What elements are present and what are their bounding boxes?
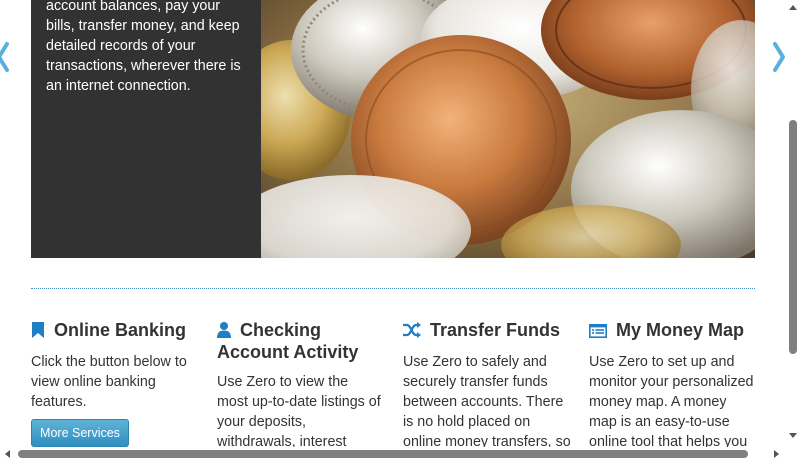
carousel-prev-button[interactable] — [0, 40, 10, 74]
feature-online-banking: Online Banking Click the button below to… — [31, 320, 191, 412]
feature-title-text: Checking Account Activity — [217, 320, 359, 362]
hero-carousel: account balances, pay your bills, transf… — [31, 0, 755, 258]
chevron-left-icon — [0, 42, 9, 72]
feature-description: Use Zero to safely and securely transfer… — [403, 354, 571, 447]
carousel-next-button[interactable] — [772, 40, 786, 74]
section-divider — [31, 288, 755, 289]
feature-title-text: Online Banking — [54, 320, 187, 340]
feature-title: Online Banking — [31, 320, 191, 342]
feature-description: Use Zero to set up and monitor your pers… — [589, 354, 754, 447]
horizontal-scroll-thumb[interactable] — [18, 450, 748, 458]
feature-checking-activity: Checking Account Activity Use Zero to vi… — [217, 320, 387, 447]
scroll-down-arrow-icon[interactable] — [789, 431, 797, 439]
more-services-button[interactable]: More Services — [31, 419, 129, 447]
hero-caption-panel: account balances, pay your bills, transf… — [31, 0, 261, 258]
page-viewport: account balances, pay your bills, transf… — [0, 0, 786, 447]
feature-title: Checking Account Activity — [217, 320, 387, 362]
scroll-right-arrow-icon[interactable] — [772, 450, 780, 458]
chevron-right-icon — [773, 42, 785, 72]
scroll-left-arrow-icon[interactable] — [4, 450, 12, 458]
feature-transfer-funds: Transfer Funds Use Zero to safely and se… — [403, 320, 573, 447]
feature-description: Click the button below to view online ba… — [31, 354, 187, 410]
coins-image — [261, 0, 755, 258]
feature-title-text: My Money Map — [616, 320, 745, 340]
vertical-scrollbar[interactable] — [786, 0, 800, 447]
feature-title: My Money Map — [589, 320, 764, 342]
feature-description: Use Zero to view the most up-to-date lis… — [217, 374, 381, 447]
feature-money-map: My Money Map Use Zero to set up and moni… — [589, 320, 764, 447]
scrollbar-corner — [786, 447, 800, 461]
user-icon — [217, 322, 231, 342]
shuffle-icon — [403, 322, 421, 342]
feature-title-text: Transfer Funds — [430, 320, 561, 340]
vertical-scroll-thumb[interactable] — [789, 120, 797, 354]
horizontal-scrollbar[interactable] — [0, 447, 786, 461]
feature-title: Transfer Funds — [403, 320, 573, 342]
bookmark-icon — [31, 322, 45, 342]
list-icon — [589, 322, 607, 342]
scroll-up-arrow-icon[interactable] — [789, 4, 797, 12]
hero-caption-text: account balances, pay your bills, transf… — [46, 0, 241, 94]
